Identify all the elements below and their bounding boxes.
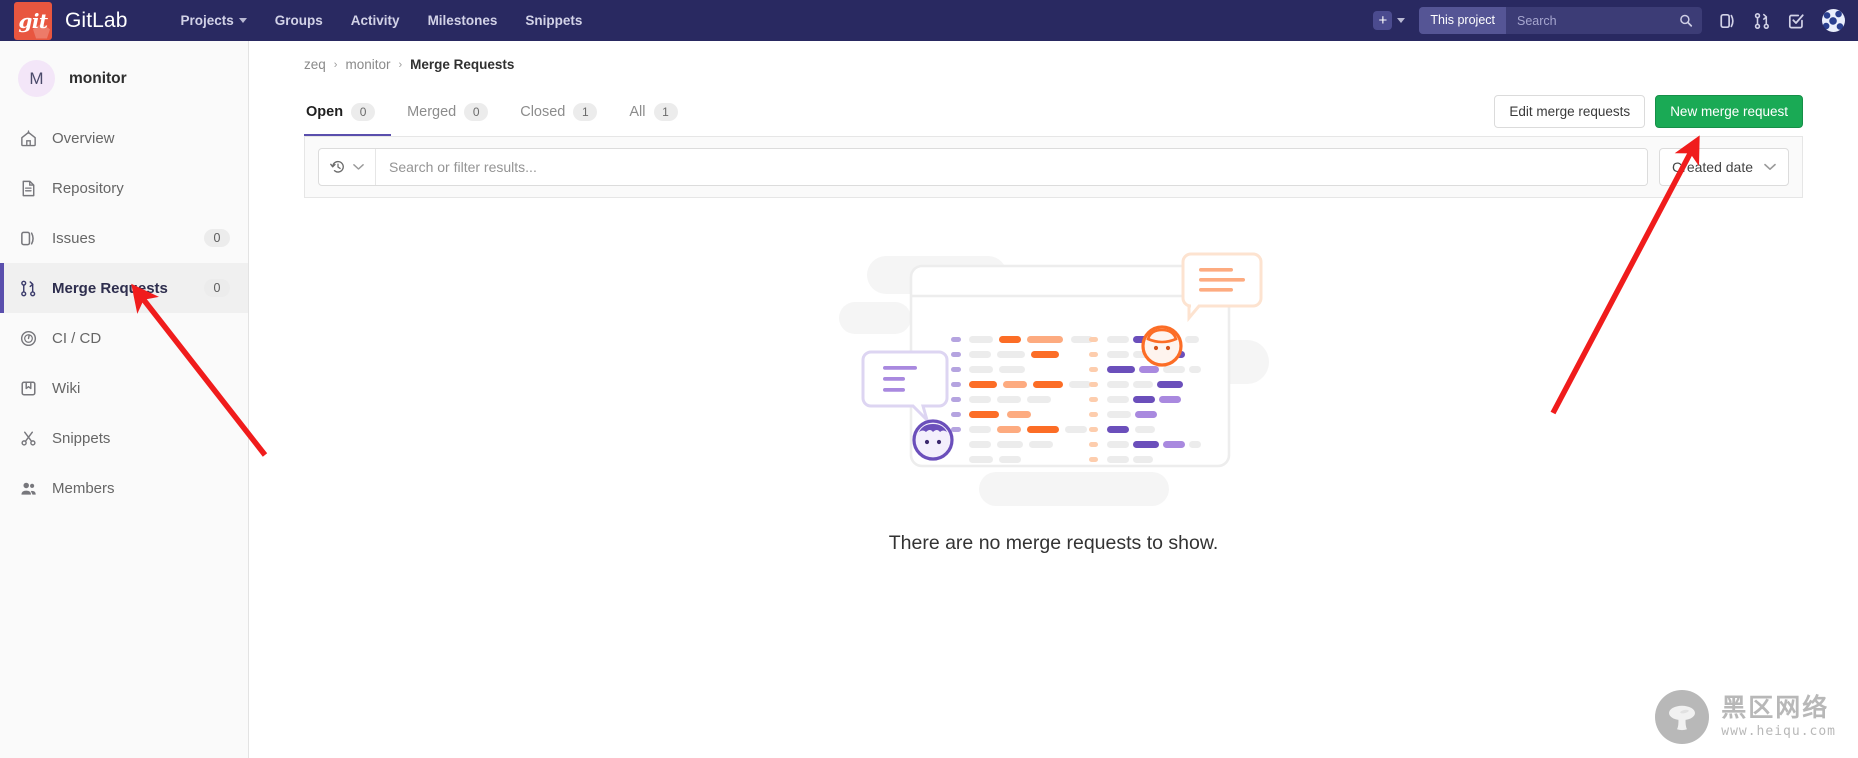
breadcrumb-group[interactable]: zeq [304,57,326,72]
merge-request-state-tabs: Open 0 Merged 0 Closed 1 All 1 Edit merg… [304,89,1803,137]
nav-link-snippets[interactable]: Snippets [511,0,596,41]
todos-checkbox-icon[interactable] [1779,0,1813,41]
tab-merged[interactable]: Merged 0 [391,89,504,136]
sort-dropdown-label: Created date [1672,159,1753,175]
new-merge-request-button[interactable]: New merge request [1655,95,1803,128]
home-icon [18,128,39,149]
create-new-button[interactable]: + [1365,0,1413,41]
gitlab-logo[interactable]: git [14,1,52,40]
sidebar-item-label: Repository [52,179,124,197]
sidebar-item-ci-cd[interactable]: CI / CD [0,313,248,363]
main-content: zeq › monitor › Merge Requests Open 0 Me… [249,41,1858,758]
breadcrumb-project[interactable]: monitor [345,57,390,72]
tab-merged-count: 0 [464,102,489,121]
search-input[interactable] [1517,13,1680,28]
chevron-down-icon [353,164,364,170]
sidebar-item-label: Snippets [52,429,111,447]
sidebar-item-repository[interactable]: Repository [0,163,248,213]
tab-all[interactable]: All 1 [613,89,693,136]
merge-request-empty-illustration [838,252,1269,506]
tab-closed-count: 1 [573,102,598,121]
breadcrumb-separator-icon: › [333,58,338,71]
tab-closed-label: Closed [520,103,566,120]
tab-open-label: Open [306,103,344,120]
edit-merge-requests-button[interactable]: Edit merge requests [1494,95,1646,128]
history-icon [330,160,344,173]
chevron-down-icon [238,18,247,23]
nav-link-projects[interactable]: Projects [166,0,260,41]
issues-icon [18,228,39,249]
sidebar-item-snippets[interactable]: Snippets [0,413,248,463]
top-nav-links: Projects Groups Activity Milestones Snip… [166,0,596,41]
sidebar-item-label: Wiki [52,379,81,397]
project-header[interactable]: M monitor [0,41,248,113]
user-avatar[interactable] [1822,9,1845,32]
content-container: Open 0 Merged 0 Closed 1 All 1 Edit merg… [249,89,1858,555]
tab-merged-label: Merged [407,103,457,120]
sidebar-item-label: CI / CD [52,329,102,347]
top-navigation-bar: git GitLab Projects Groups Activity Mile… [0,0,1858,41]
filter-bar: Created date [304,137,1803,198]
tab-closed[interactable]: Closed 1 [504,89,613,136]
sidebar-item-label: Overview [52,129,115,147]
sidebar-item-wiki[interactable]: Wiki [0,363,248,413]
issues-icon[interactable] [1711,0,1745,41]
orange-avatar-face [1140,325,1183,367]
merge-request-icon[interactable] [1745,0,1779,41]
search-input-wrapper [1506,7,1702,34]
tab-open[interactable]: Open 0 [304,89,392,136]
gitlab-merge-requests-page: git GitLab Projects Groups Activity Mile… [0,0,1858,758]
users-icon [18,478,39,499]
tab-open-count: 0 [351,102,376,121]
sidebar-item-label: Members [52,479,115,497]
merge-request-icon [18,278,39,299]
sidebar-item-label: Merge Requests [52,279,168,297]
nav-link-groups[interactable]: Groups [261,0,337,41]
nav-link-projects-label: Projects [180,13,234,28]
breadcrumb: zeq › monitor › Merge Requests [249,41,1858,72]
tab-actions: Edit merge requests New merge request [1494,95,1803,136]
search-filter-input[interactable] [376,149,1648,185]
project-sidebar: M monitor Overview Repository Issues 0 M… [0,41,249,758]
top-nav-right-cluster: + This project [1365,0,1858,41]
empty-state: There are no merge requests to show. [304,244,1803,555]
recent-searches-dropdown[interactable] [319,149,376,185]
sidebar-badge-issues: 0 [204,229,230,247]
global-search-bar: This project [1419,7,1702,34]
nav-link-activity[interactable]: Activity [337,0,414,41]
search-icon[interactable] [1679,13,1693,28]
sidebar-badge-merge-requests: 0 [204,279,230,297]
sidebar-nav-list: Overview Repository Issues 0 Merge Reque… [0,113,248,513]
scissors-icon [18,428,39,449]
chevron-down-icon [1764,163,1776,170]
breadcrumb-current: Merge Requests [410,57,515,72]
chevron-down-icon [1397,18,1406,23]
search-filter-wrapper [318,148,1649,186]
book-icon [18,378,39,399]
sidebar-item-issues[interactable]: Issues 0 [0,213,248,263]
tab-all-label: All [629,103,646,120]
gitlab-logo-text: git [18,8,48,33]
project-avatar: M [18,60,55,97]
project-name: monitor [69,69,127,87]
rocket-gauge-icon [18,328,39,349]
plus-icon: + [1373,11,1393,30]
sidebar-item-overview[interactable]: Overview [0,113,248,163]
nav-link-milestones[interactable]: Milestones [414,0,512,41]
gitlab-brand-name: GitLab [65,8,128,32]
search-scope-badge[interactable]: This project [1419,7,1506,34]
sort-dropdown[interactable]: Created date [1659,148,1789,186]
empty-state-message: There are no merge requests to show. [888,532,1219,554]
purple-avatar-face [911,419,954,461]
sidebar-item-merge-requests[interactable]: Merge Requests 0 [0,263,248,313]
tab-all-count: 1 [653,102,678,121]
document-icon [18,178,39,199]
sidebar-item-label: Issues [52,229,96,247]
breadcrumb-separator-icon: › [398,58,403,71]
sidebar-item-members[interactable]: Members [0,463,248,513]
